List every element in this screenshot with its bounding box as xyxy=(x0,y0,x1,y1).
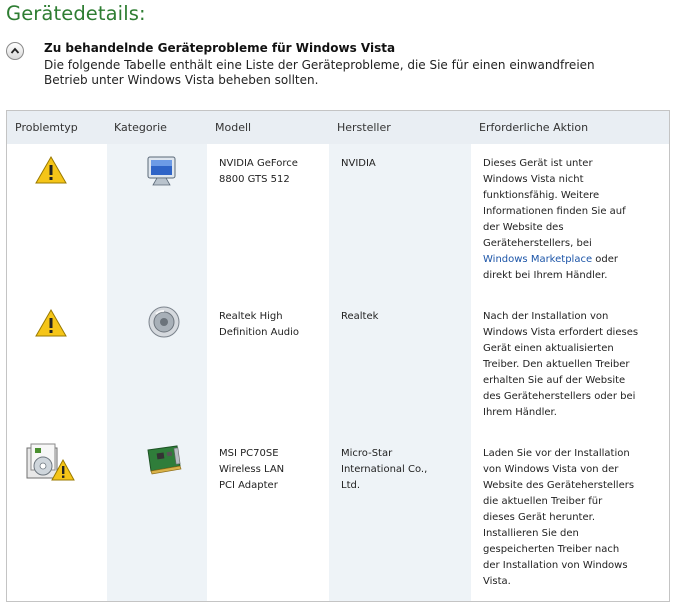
speaker-icon xyxy=(148,306,180,338)
table-row: NVIDIA GeForce 8800 GTS 512 NVIDIA Diese… xyxy=(7,144,669,298)
page-title: Gerätedetails: xyxy=(6,2,146,25)
section-title: Zu behandelnde Geräteprobleme für Window… xyxy=(44,41,396,55)
header-problemtyp[interactable]: Problemtyp xyxy=(15,121,78,134)
section-description: Die folgende Tabelle enthält eine Liste … xyxy=(44,58,595,87)
category-cell xyxy=(107,297,207,434)
category-cell xyxy=(107,144,207,297)
warning-icon xyxy=(35,156,67,184)
problem-type-cell xyxy=(7,297,107,434)
vendor-cell: Micro-Star International Co., Ltd. xyxy=(329,434,471,601)
header-aktion[interactable]: Erforderliche Aktion xyxy=(479,121,588,134)
table-row: MSI PC70SE Wireless LAN PCI Adapter Micr… xyxy=(7,434,669,601)
model-cell: NVIDIA GeForce 8800 GTS 512 xyxy=(207,144,329,297)
chevron-up-icon xyxy=(10,47,20,54)
model-cell: MSI PC70SE Wireless LAN PCI Adapter xyxy=(207,434,329,601)
problem-type-cell xyxy=(7,434,107,601)
header-hersteller[interactable]: Hersteller xyxy=(337,121,391,134)
category-cell xyxy=(107,434,207,601)
windows-marketplace-link[interactable]: Windows Marketplace xyxy=(483,254,592,265)
collapse-section-button[interactable] xyxy=(6,42,24,60)
action-cell: Dieses Gerät ist unter Windows Vista nic… xyxy=(471,144,669,297)
monitor-icon xyxy=(147,156,176,186)
table-row: Realtek High Definition Audio Realtek Na… xyxy=(7,297,669,435)
header-kategorie[interactable]: Kategorie xyxy=(114,121,167,134)
vendor-cell: Realtek xyxy=(329,297,471,434)
header-modell[interactable]: Modell xyxy=(215,121,251,134)
action-cell: Laden Sie vor der Installation von Windo… xyxy=(471,434,669,601)
vendor-cell: NVIDIA xyxy=(329,144,471,297)
action-cell: Nach der Installation von Windows Vista … xyxy=(471,297,669,434)
install-warning-icon xyxy=(26,443,75,481)
warning-icon xyxy=(35,309,67,337)
problem-type-cell xyxy=(7,144,107,297)
device-problems-table: Problemtyp Kategorie Modell Hersteller E… xyxy=(6,110,670,602)
model-cell: Realtek High Definition Audio xyxy=(207,297,329,434)
network-card-icon xyxy=(147,445,182,475)
table-header: Problemtyp Kategorie Modell Hersteller E… xyxy=(7,111,669,145)
